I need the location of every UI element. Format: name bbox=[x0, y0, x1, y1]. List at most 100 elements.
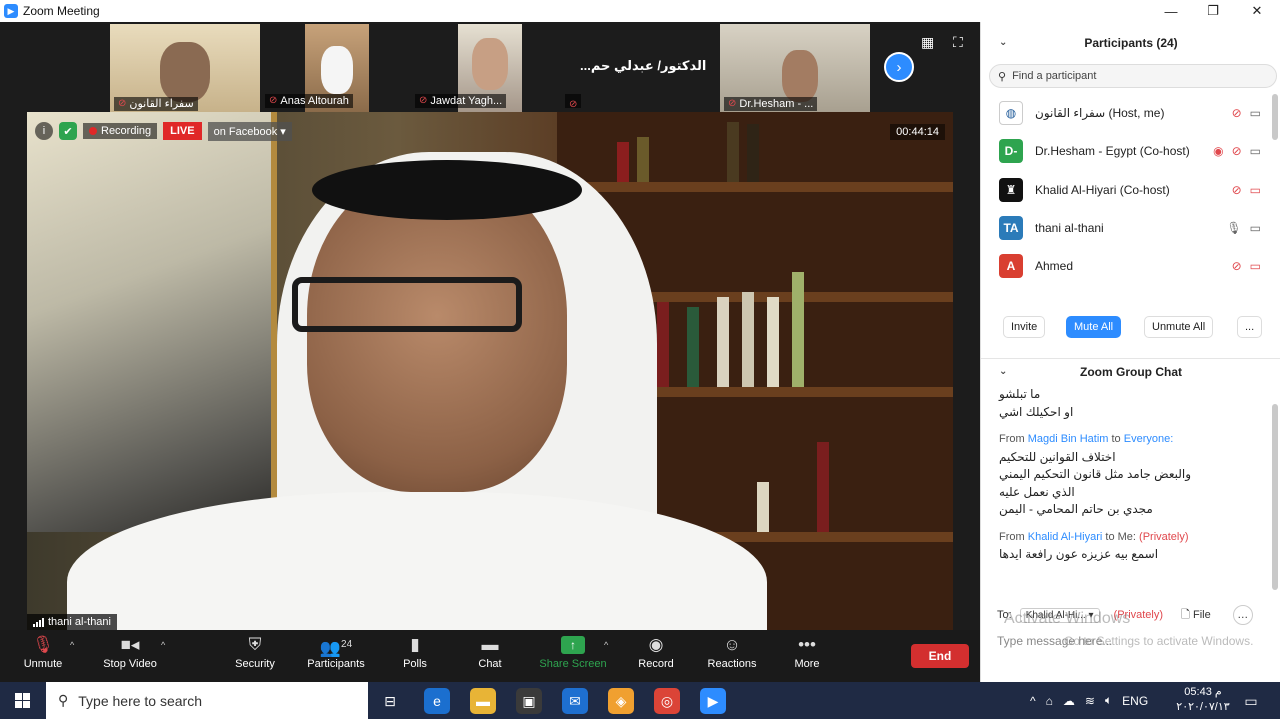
mail-icon[interactable]: ✉ bbox=[562, 688, 588, 714]
book bbox=[687, 307, 699, 387]
thumbnail-video[interactable]: ⊘ سفراء القانون bbox=[110, 24, 260, 112]
thumbnail-name: ⊘ bbox=[565, 94, 582, 110]
chat-button[interactable]: ▬ Chat bbox=[476, 632, 504, 680]
avatar: A bbox=[999, 254, 1023, 279]
volume-icon[interactable]: 🔈︎ bbox=[1105, 693, 1112, 708]
zoom-app-icon[interactable]: ▶ bbox=[700, 688, 726, 714]
record-dot-icon bbox=[89, 127, 97, 135]
notifications-icon[interactable]: ▭ bbox=[1238, 688, 1264, 714]
sender-link[interactable]: Magdi Bin Hatim bbox=[1028, 433, 1109, 445]
activation-watermark: Activate Windows bbox=[1004, 610, 1131, 627]
taskbar-search[interactable]: ⚲ Type here to search bbox=[46, 682, 368, 719]
mute-all-button[interactable]: Mute All bbox=[1066, 316, 1122, 338]
participants-scrollbar[interactable] bbox=[1272, 94, 1278, 140]
stop-video-button[interactable]: ■◂ Stop Video bbox=[100, 632, 160, 680]
more-button[interactable]: ••• More bbox=[792, 632, 822, 680]
avatar: ◍ bbox=[999, 101, 1023, 126]
meeting-toolbar: 🎙︎ Unmute ^ ■◂ Stop Video ^ ⛨ Security 👥24 P… bbox=[0, 630, 980, 682]
polls-button[interactable]: ▮ Polls bbox=[400, 632, 430, 680]
tray-chevron-icon[interactable]: ^ bbox=[1030, 694, 1036, 708]
video-options-caret[interactable]: ^ bbox=[161, 640, 165, 650]
participants-icon: 👥24 bbox=[319, 638, 353, 658]
thumbnail-video[interactable]: ⊘ Dr.Hesham - ... bbox=[720, 24, 870, 112]
mic-muted-icon: ⊘ bbox=[728, 98, 737, 109]
store-icon[interactable]: ▣ bbox=[516, 688, 542, 714]
book bbox=[637, 137, 649, 182]
close-button[interactable]: ✕ bbox=[1234, 0, 1280, 22]
sender-link[interactable]: Khalid Al-Hiyari bbox=[1028, 531, 1103, 543]
participant-name: Khalid Al-Hiyari (Co-host) bbox=[1035, 182, 1170, 197]
live-platform-dropdown[interactable]: on Facebook ▾ bbox=[207, 121, 292, 141]
mic-icon: 🎙︎ bbox=[1226, 221, 1242, 236]
participant-status: ⊘ ▭ bbox=[1232, 259, 1261, 273]
ellipsis-icon: ••• bbox=[798, 635, 816, 654]
reactions-button[interactable]: ☺ Reactions bbox=[705, 632, 759, 680]
main-video[interactable]: i ✔ Recording LIVE on Facebook ▾ 00:44:1… bbox=[27, 112, 953, 630]
participant-row[interactable]: ♜ Khalid Al-Hiyari (Co-host) ⊘ ▭ bbox=[981, 171, 1271, 209]
edge-icon[interactable]: e bbox=[424, 688, 450, 714]
security-button[interactable]: ⛨ Security bbox=[232, 632, 278, 680]
shield-app-icon[interactable]: ◈ bbox=[608, 688, 634, 714]
clock-date: ٢٠٢٠/٠٧/١٣ bbox=[1176, 701, 1230, 713]
live-badge[interactable]: LIVE bbox=[163, 122, 202, 140]
chat-header: ⌄ Zoom Group Chat bbox=[981, 358, 1280, 384]
wall-painting bbox=[27, 112, 277, 532]
end-meeting-button[interactable]: End bbox=[911, 644, 969, 668]
book bbox=[727, 122, 739, 182]
participant-row[interactable]: A Ahmed ⊘ ▭ bbox=[981, 247, 1271, 285]
shield-icon: ⛨ bbox=[248, 635, 262, 654]
book bbox=[757, 482, 769, 532]
participants-button[interactable]: 👥24 Participants bbox=[305, 632, 367, 680]
fullscreen-icon[interactable]: ⛶ bbox=[953, 34, 963, 51]
more-options-button[interactable]: ... bbox=[1237, 316, 1263, 338]
chrome-icon[interactable]: ◎ bbox=[654, 688, 680, 714]
cloud-icon[interactable]: ☁ bbox=[1063, 694, 1075, 708]
person-face bbox=[307, 172, 567, 492]
participant-row[interactable]: TA thani al-thani 🎙︎ ▭ bbox=[981, 209, 1271, 247]
participant-search-input[interactable]: ⚲ Find a participant bbox=[989, 64, 1277, 88]
chat-line: الذي نعمل عليه bbox=[999, 484, 1075, 499]
unmute-button[interactable]: 🎙︎ Unmute bbox=[20, 632, 66, 680]
security-shield-icon[interactable]: ✔ bbox=[59, 122, 77, 140]
maximize-button[interactable]: ❐ bbox=[1190, 0, 1236, 22]
search-placeholder: Type here to search bbox=[78, 692, 203, 709]
info-icon[interactable]: i bbox=[35, 122, 53, 140]
recording-indicator[interactable]: Recording bbox=[83, 123, 158, 139]
book bbox=[747, 124, 759, 182]
share-screen-button[interactable]: ↑ Share Screen bbox=[538, 632, 608, 680]
share-options-caret[interactable]: ^ bbox=[604, 640, 608, 650]
book bbox=[717, 297, 729, 387]
title-bar: ▶ Zoom Meeting — ❐ ✕ bbox=[0, 0, 1280, 22]
collapse-chevron-icon[interactable]: ⌄ bbox=[999, 30, 1007, 56]
file-button[interactable]: 🗋 File bbox=[1181, 606, 1211, 625]
participant-face bbox=[160, 42, 210, 102]
gallery-view-icon[interactable]: ▦ bbox=[921, 34, 934, 51]
file-explorer-icon[interactable]: ▬ bbox=[470, 688, 496, 714]
participant-row[interactable]: D- Dr.Hesham - Egypt (Co-host) ◉ ⊘ ▭ bbox=[981, 132, 1271, 170]
book bbox=[792, 272, 804, 387]
invite-button[interactable]: Invite bbox=[1003, 316, 1046, 338]
recording-dot-icon: ◉ bbox=[1213, 144, 1224, 159]
next-page-button[interactable]: › bbox=[884, 52, 914, 82]
thumbnail-name: ⊘ Jawdat Yagh... bbox=[415, 94, 507, 108]
clock-time: 05:43 م bbox=[1184, 686, 1222, 698]
task-view-icon[interactable]: ⊟ bbox=[377, 688, 403, 714]
language-indicator[interactable]: ENG bbox=[1122, 694, 1148, 708]
chat-sender-line: From Magdi Bin Hatim to Everyone: bbox=[999, 433, 1174, 445]
minimize-button[interactable]: — bbox=[1148, 0, 1194, 22]
participant-row[interactable]: ◍ سفراء القانون (Host, me) ⊘ ▭ bbox=[981, 94, 1271, 132]
audio-options-caret[interactable]: ^ bbox=[70, 640, 74, 650]
book bbox=[767, 297, 779, 387]
collapse-chevron-icon[interactable]: ⌄ bbox=[999, 359, 1007, 385]
chat-more-button[interactable]: … bbox=[1232, 605, 1253, 625]
taskbar-clock[interactable]: 05:43 م ٢٠٢٠/٠٧/١٣ bbox=[1175, 685, 1231, 715]
record-button[interactable]: ◉ Record bbox=[637, 632, 675, 680]
search-icon: ⚲ bbox=[58, 692, 69, 708]
chat-sender-line: From Khalid Al-Hiyari to Me: (Privately) bbox=[999, 530, 1189, 543]
network-icon[interactable]: ⌂ bbox=[1046, 694, 1053, 708]
wifi-icon[interactable]: ≋ bbox=[1085, 694, 1095, 708]
start-button[interactable] bbox=[0, 682, 44, 719]
thumbnail-name: ⊘ Anas Altourah bbox=[265, 94, 353, 108]
chat-scrollbar[interactable] bbox=[1272, 404, 1278, 590]
unmute-all-button[interactable]: Unmute All bbox=[1144, 316, 1214, 338]
